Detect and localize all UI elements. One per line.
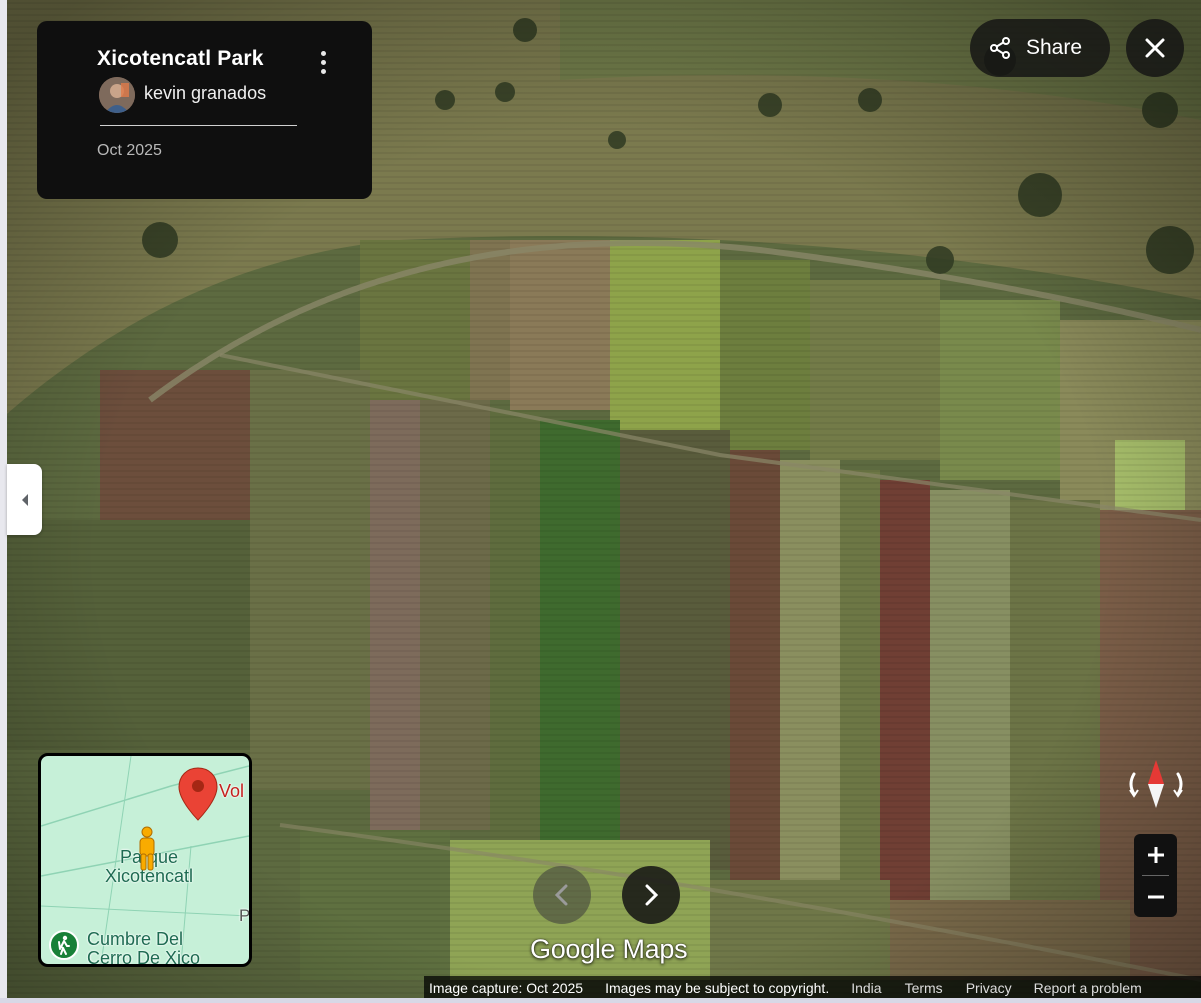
footer-bar: Image capture: Oct 2025 Images may be su… [424, 976, 1201, 1000]
google-maps-logo: Google Maps [530, 934, 688, 964]
previous-photo-button[interactable] [533, 866, 591, 924]
dot-icon [320, 50, 326, 56]
map-label-partial: P [239, 906, 251, 925]
close-button[interactable] [1126, 19, 1184, 77]
author-name[interactable]: kevin granados [144, 83, 266, 104]
photo-info-card: Xicotencatl Park kevin granados Oct 2025 [37, 21, 372, 199]
dot-icon [320, 59, 326, 65]
share-button[interactable]: Share [970, 19, 1110, 77]
location-marker-icon[interactable] [177, 766, 219, 822]
page-left-edge [0, 0, 7, 998]
share-icon [990, 37, 1010, 59]
map-label-volcano: Vol [219, 781, 245, 801]
map-label-summit: Cumbre Del Cerro De Xico [87, 929, 201, 967]
privacy-link[interactable]: Privacy [966, 980, 1012, 996]
chevron-left-icon [554, 884, 568, 906]
hiking-place-icon[interactable] [49, 930, 79, 960]
pegman-icon[interactable] [135, 826, 159, 872]
terms-link[interactable]: Terms [905, 980, 943, 996]
chevron-right-icon [645, 884, 659, 906]
image-capture-date: Image capture: Oct 2025 [429, 980, 584, 996]
street-view-stage[interactable]: Xicotencatl Park kevin granados Oct 2025… [0, 0, 1201, 1003]
author-avatar[interactable] [99, 77, 135, 113]
place-title[interactable]: Xicotencatl Park [97, 47, 264, 71]
card-divider [100, 125, 297, 126]
copyright-notice: Images may be subject to copyright. [605, 980, 830, 996]
region-link[interactable]: India [851, 980, 881, 996]
next-photo-button[interactable] [622, 866, 680, 924]
close-icon [1145, 38, 1165, 58]
zoom-control [1134, 834, 1177, 917]
plus-icon [1147, 846, 1164, 863]
minus-icon [1147, 895, 1164, 898]
more-options-button[interactable] [313, 47, 333, 77]
zoom-out-button[interactable] [1134, 876, 1177, 917]
compass-icon [1129, 760, 1183, 808]
page-bottom-edge [0, 998, 1201, 1003]
capture-date: Oct 2025 [97, 142, 162, 159]
caret-left-icon [21, 493, 28, 506]
share-label: Share [1026, 36, 1083, 59]
collapse-panel-button[interactable] [7, 464, 42, 535]
minimap[interactable]: Parque Xicotencatl Cumbre Del Cerro De X… [38, 753, 252, 967]
zoom-in-button[interactable] [1134, 834, 1177, 875]
report-problem-link[interactable]: Report a problem [1034, 980, 1142, 996]
dot-icon [320, 68, 326, 74]
compass-control[interactable] [1120, 748, 1192, 820]
